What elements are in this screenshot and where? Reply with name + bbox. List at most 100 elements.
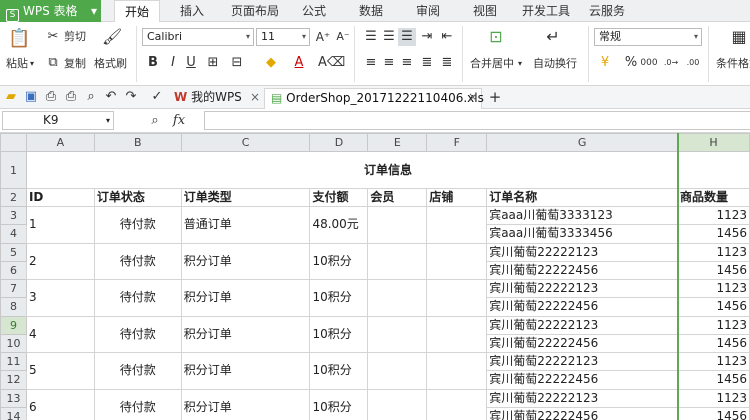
- italic-button[interactable]: I: [164, 54, 182, 72]
- order-name-cell[interactable]: 宾川葡萄22222123: [486, 315, 678, 335]
- quantity-cell[interactable]: 1456: [677, 297, 750, 317]
- shop-cell[interactable]: [426, 279, 488, 317]
- order-type-cell[interactable]: 积分订单: [180, 315, 311, 353]
- indent-icon[interactable]: ⇥: [418, 28, 436, 46]
- shop-cell[interactable]: [426, 206, 488, 244]
- shop-cell[interactable]: [426, 315, 488, 353]
- bold-button[interactable]: B: [144, 54, 162, 72]
- font-shrink-icon[interactable]: A⁻: [334, 28, 352, 46]
- shop-cell[interactable]: [426, 388, 488, 420]
- order-id-cell[interactable]: 1: [25, 206, 95, 244]
- row-header-6[interactable]: 6: [0, 260, 27, 281]
- font-size-select[interactable]: 11 ▾: [256, 28, 310, 46]
- order-name-cell[interactable]: 宾川葡萄22222456: [486, 406, 678, 420]
- order-name-cell[interactable]: 宾川葡萄22222456: [486, 297, 678, 317]
- order-type-cell[interactable]: 积分订单: [180, 242, 311, 280]
- row-header-13[interactable]: 13: [0, 388, 27, 408]
- chevron-down-icon[interactable]: ▾: [30, 57, 34, 71]
- quantity-cell[interactable]: 1456: [677, 224, 750, 244]
- number-format-select[interactable]: 常规 ▾: [594, 28, 702, 46]
- quantity-cell[interactable]: 1456: [677, 260, 750, 281]
- clear-format-icon[interactable]: A⌫: [318, 54, 345, 72]
- order-status-cell[interactable]: 待付款: [93, 279, 182, 317]
- menu-tab-developer[interactable]: 开发工具: [522, 0, 570, 22]
- auto-wrap-button[interactable]: 自动换行: [533, 57, 577, 71]
- close-icon[interactable]: ×: [464, 88, 482, 106]
- order-id-cell[interactable]: 3: [25, 279, 95, 317]
- quantity-cell[interactable]: 1456: [677, 333, 750, 354]
- print-icon[interactable]: ⎙: [62, 88, 80, 106]
- row-header-8[interactable]: 8: [0, 297, 27, 317]
- zoom-icon[interactable]: ⌕: [146, 112, 164, 130]
- member-cell[interactable]: [367, 315, 428, 353]
- new-tab-icon[interactable]: +: [486, 88, 504, 106]
- order-type-cell[interactable]: 积分订单: [180, 279, 311, 317]
- column-title[interactable]: 会员: [367, 187, 428, 208]
- underline-button[interactable]: U: [182, 54, 200, 72]
- font-color-icon[interactable]: A: [290, 54, 308, 72]
- cut-button[interactable]: 剪切: [64, 30, 86, 44]
- order-status-cell[interactable]: 待付款: [93, 242, 182, 280]
- currency-icon[interactable]: ¥: [596, 54, 614, 72]
- order-name-cell[interactable]: 宾川葡萄22222123: [486, 388, 678, 408]
- tab-ordershop-file[interactable]: ▤ OrderShop_20171222110406.xls: [264, 88, 484, 109]
- order-type-cell[interactable]: 积分订单: [180, 352, 311, 390]
- menu-tab-cloud[interactable]: 云服务: [589, 0, 625, 22]
- row-header-3[interactable]: 3: [0, 205, 27, 226]
- menu-tab-formulas[interactable]: 公式: [302, 0, 326, 22]
- function-button[interactable]: fx: [170, 112, 188, 130]
- payment-cell[interactable]: 10积分: [309, 315, 369, 353]
- payment-cell[interactable]: 10积分: [309, 279, 369, 317]
- merge-center-icon[interactable]: ⊡: [487, 28, 505, 46]
- font-name-select[interactable]: Calibri ▾: [142, 28, 254, 46]
- copy-icon[interactable]: ⧉: [44, 54, 62, 72]
- order-name-cell[interactable]: 宾aaa川葡萄3333123: [486, 205, 678, 226]
- order-name-cell[interactable]: 宾川葡萄22222123: [486, 351, 678, 372]
- format-painter-button[interactable]: 格式刷: [94, 57, 127, 71]
- name-box[interactable]: K9 ▾: [2, 111, 114, 130]
- customize-toolbar-icon[interactable]: ✓: [148, 88, 166, 106]
- column-title[interactable]: ID: [25, 187, 95, 208]
- column-title[interactable]: 订单类型: [180, 187, 311, 208]
- order-name-cell[interactable]: 宾川葡萄22222456: [486, 260, 678, 281]
- order-status-cell[interactable]: 待付款: [93, 388, 182, 420]
- copy-button[interactable]: 复制: [64, 57, 86, 71]
- menu-tab-page-layout[interactable]: 页面布局: [231, 0, 279, 22]
- quantity-cell[interactable]: 1123: [677, 278, 750, 299]
- order-name-cell[interactable]: 宾川葡萄22222456: [486, 370, 678, 390]
- percent-button[interactable]: %: [622, 54, 640, 72]
- chevron-down-icon[interactable]: ▾: [518, 57, 522, 71]
- order-status-cell[interactable]: 待付款: [93, 352, 182, 390]
- order-id-cell[interactable]: 5: [25, 352, 95, 390]
- order-name-cell[interactable]: 宾川葡萄22222456: [486, 333, 678, 354]
- menu-tab-insert[interactable]: 插入: [180, 0, 204, 22]
- member-cell[interactable]: [367, 279, 428, 317]
- column-title[interactable]: 店铺: [426, 187, 488, 208]
- member-cell[interactable]: [367, 242, 428, 280]
- order-name-cell[interactable]: 宾川葡萄22222123: [486, 278, 678, 299]
- select-all-corner[interactable]: [0, 133, 27, 153]
- shop-cell[interactable]: [426, 352, 488, 390]
- distribute-icon[interactable]: ≣: [438, 54, 456, 72]
- print-preview-icon[interactable]: ⌕: [82, 88, 100, 106]
- payment-cell[interactable]: 10积分: [309, 388, 369, 420]
- formula-input[interactable]: [204, 111, 750, 130]
- order-id-cell[interactable]: 2: [25, 242, 95, 280]
- align-center-icon[interactable]: ≡: [380, 54, 398, 72]
- sheet-title[interactable]: 订单信息: [25, 151, 750, 189]
- justify-icon[interactable]: ≣: [418, 54, 436, 72]
- app-logo-button[interactable]: S WPS 表格 ▾: [0, 0, 101, 22]
- column-header-f[interactable]: F: [426, 133, 488, 153]
- menu-tab-home[interactable]: 开始: [114, 0, 161, 23]
- row-header-5[interactable]: 5: [0, 242, 27, 262]
- fill-color-icon[interactable]: ◆: [262, 54, 280, 72]
- column-header-h[interactable]: H: [677, 133, 750, 153]
- quantity-cell[interactable]: 1123: [677, 315, 750, 335]
- paste-icon[interactable]: 📋: [8, 30, 30, 48]
- row-header-11[interactable]: 11: [0, 351, 27, 372]
- column-header-d[interactable]: D: [309, 133, 369, 153]
- order-type-cell[interactable]: 积分订单: [180, 388, 311, 420]
- quantity-cell[interactable]: 1123: [677, 388, 750, 408]
- quantity-cell[interactable]: 1456: [677, 370, 750, 390]
- row-header-9[interactable]: 9: [0, 315, 27, 335]
